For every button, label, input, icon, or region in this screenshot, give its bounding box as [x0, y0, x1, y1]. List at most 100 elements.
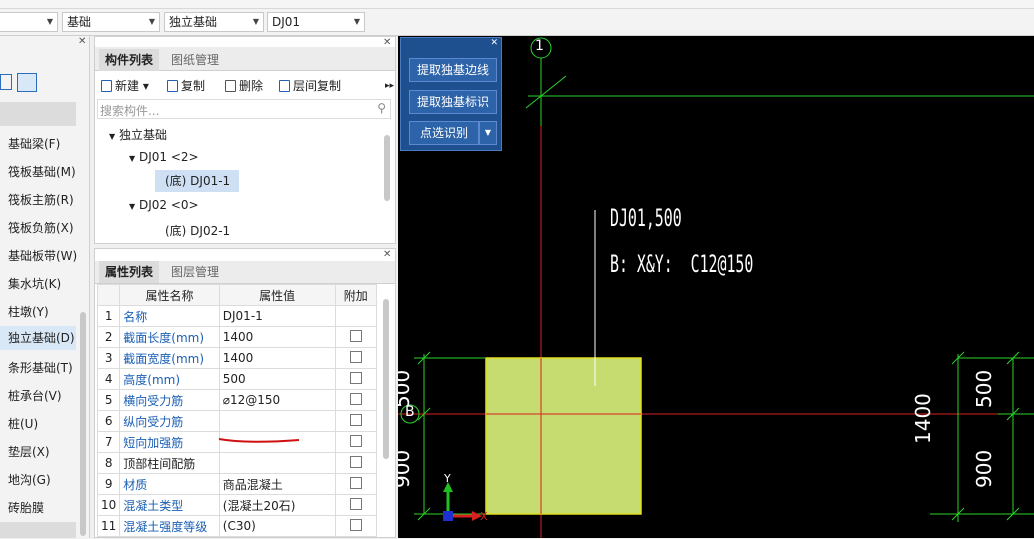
- selector-bar: ▼ 基础 ▼ 独立基础 ▼ DJ01 ▼: [0, 9, 1034, 36]
- tree-node-dj01-1[interactable]: (底) DJ01-1: [155, 170, 239, 192]
- table-row[interactable]: 8 顶部柱间配筋: [96, 452, 378, 474]
- floor-select[interactable]: ▼: [0, 12, 58, 32]
- nav-item[interactable]: 桩(U): [8, 415, 38, 432]
- property-value[interactable]: (C30): [218, 515, 336, 537]
- nav-item[interactable]: 筏板主筋(R): [8, 191, 74, 208]
- dim-left-900: 900: [398, 449, 414, 488]
- table-row[interactable]: 11 混凝土强度等级 (C30): [96, 515, 378, 537]
- table-row[interactable]: 5 横向受力筋 ⌀12@150: [96, 389, 378, 411]
- footing-label-line2[interactable]: B: X&Y: C12@150: [610, 250, 753, 278]
- table-row[interactable]: 6 纵向受力筋: [96, 410, 378, 432]
- property-value[interactable]: [218, 410, 336, 432]
- chevron-down-icon[interactable]: ▼: [479, 121, 497, 145]
- nav-item[interactable]: 基础梁(F): [8, 135, 60, 152]
- table-row[interactable]: 3 截面宽度(mm) 1400: [96, 347, 378, 369]
- left-nav: ✕ 基础梁(F) 筏板基础(M) 筏板主筋(R) 筏板负筋(X) 基础板带(W)…: [0, 36, 90, 538]
- extra-checkbox[interactable]: [349, 350, 362, 363]
- dim-1400: 1400: [911, 393, 935, 444]
- extra-checkbox[interactable]: [349, 497, 362, 510]
- table-row[interactable]: 9 材质 商品混凝土: [96, 473, 378, 495]
- category-select[interactable]: 基础 ▼: [62, 12, 160, 32]
- nav-item-active[interactable]: 独立基础(D): [0, 326, 76, 350]
- nav-footer: [0, 522, 76, 538]
- list-view-icon[interactable]: [0, 74, 12, 90]
- search-input[interactable]: 搜索构件... ⚲: [97, 99, 391, 119]
- property-name: 混凝土强度等级: [119, 515, 220, 537]
- copy-button[interactable]: 复制: [167, 75, 205, 97]
- property-value[interactable]: 1400: [218, 347, 336, 369]
- extra-checkbox[interactable]: [349, 329, 362, 342]
- property-value[interactable]: [218, 452, 336, 474]
- table-row[interactable]: 10 混凝土类型 (混凝土20石): [96, 494, 378, 516]
- nav-item[interactable]: 基础板带(W): [8, 247, 77, 264]
- nav-item[interactable]: 筏板基础(M): [8, 163, 76, 180]
- extra-checkbox[interactable]: [349, 518, 362, 531]
- scrollbar[interactable]: [384, 135, 390, 201]
- copy-icon: [167, 80, 178, 92]
- property-value[interactable]: 商品混凝土: [218, 473, 336, 495]
- delete-button[interactable]: 删除: [225, 75, 263, 97]
- extra-cell: [334, 494, 378, 516]
- scrollbar[interactable]: [80, 312, 86, 536]
- point-recognize-button[interactable]: 点选识别: [409, 121, 479, 145]
- extract-edge-button[interactable]: 提取独基边线: [409, 58, 497, 82]
- property-value[interactable]: 1400: [218, 326, 336, 348]
- property-name: 名称: [119, 305, 220, 327]
- nav-item[interactable]: 砖胎膜: [8, 499, 44, 516]
- property-value[interactable]: DJ01-1: [218, 305, 336, 327]
- extra-cell: [334, 326, 378, 348]
- property-table: 属性名称 属性值 附加 1 名称 DJ01-1 2 截面长度(mm) 1400 3 截面宽度(…: [96, 284, 378, 537]
- nav-item[interactable]: 筏板负筋(X): [8, 219, 74, 236]
- extra-checkbox[interactable]: [349, 434, 362, 447]
- nav-item[interactable]: 条形基础(T): [8, 359, 73, 376]
- component-toolbar: 新建 ▾ 复制 删除 层间复制 ▸▸: [99, 75, 395, 97]
- extract-label-button[interactable]: 提取独基标识: [409, 90, 497, 114]
- extra-checkbox[interactable]: [349, 476, 362, 489]
- footing-label-line1[interactable]: DJ01,500: [610, 204, 682, 232]
- extra-checkbox[interactable]: [349, 413, 362, 426]
- nav-item[interactable]: 桩承台(V): [8, 387, 62, 404]
- table-row[interactable]: 2 截面长度(mm) 1400: [96, 326, 378, 348]
- more-icon[interactable]: ▸▸: [385, 75, 394, 97]
- tree-node-dj02[interactable]: ▼ DJ02 <0>: [129, 198, 199, 212]
- axis-label-1: 1: [535, 38, 544, 54]
- property-value[interactable]: ⌀12@150: [218, 389, 336, 411]
- floor-copy-button[interactable]: 层间复制: [279, 75, 341, 97]
- close-icon[interactable]: ✕: [490, 38, 498, 48]
- new-button[interactable]: 新建 ▾: [101, 75, 149, 97]
- col-extra-header: 附加: [334, 284, 378, 306]
- property-value[interactable]: (混凝土20石): [218, 494, 336, 516]
- close-icon[interactable]: ✕: [78, 36, 86, 47]
- ucs-y-label: Y: [444, 472, 451, 485]
- extra-checkbox[interactable]: [349, 455, 362, 468]
- extra-cell: [334, 410, 378, 432]
- tree-node-dj01[interactable]: ▼ DJ01 <2>: [129, 150, 199, 164]
- floor-copy-icon: [279, 80, 290, 92]
- tree-node-dj02-1[interactable]: (底) DJ02-1: [165, 222, 230, 239]
- property-name: 截面长度(mm): [119, 326, 220, 348]
- nav-item[interactable]: 柱墩(Y): [8, 303, 49, 320]
- col-name-header: 属性名称: [119, 284, 220, 306]
- nav-item[interactable]: 集水坑(K): [8, 275, 61, 292]
- extra-checkbox[interactable]: [349, 371, 362, 384]
- extra-checkbox[interactable]: [349, 392, 362, 405]
- table-row[interactable]: 1 名称 DJ01-1: [96, 305, 378, 327]
- property-name: 短向加强筋: [119, 431, 220, 453]
- nav-item[interactable]: 垫层(X): [8, 443, 50, 460]
- nav-item[interactable]: 地沟(G): [8, 471, 51, 488]
- table-row[interactable]: 4 高度(mm) 500: [96, 368, 378, 390]
- top-toolbar-strip: [0, 0, 1034, 9]
- chevron-down-icon: ▼: [148, 17, 155, 26]
- row-number: 3: [96, 347, 121, 369]
- property-value[interactable]: 500: [218, 368, 336, 390]
- type-select[interactable]: 独立基础 ▼: [164, 12, 264, 32]
- dim-900: 900: [972, 449, 996, 488]
- tab-component-list[interactable]: 构件列表: [99, 49, 160, 71]
- tab-drawing-manage[interactable]: 图纸管理: [165, 49, 225, 71]
- detail-view-icon[interactable]: [17, 73, 37, 92]
- scrollbar[interactable]: [383, 299, 389, 459]
- component-select[interactable]: DJ01 ▼: [267, 12, 365, 32]
- tree-root[interactable]: ▼ 独立基础: [109, 126, 167, 143]
- property-name: 横向受力筋: [119, 389, 220, 411]
- property-name: 顶部柱间配筋: [119, 452, 220, 474]
